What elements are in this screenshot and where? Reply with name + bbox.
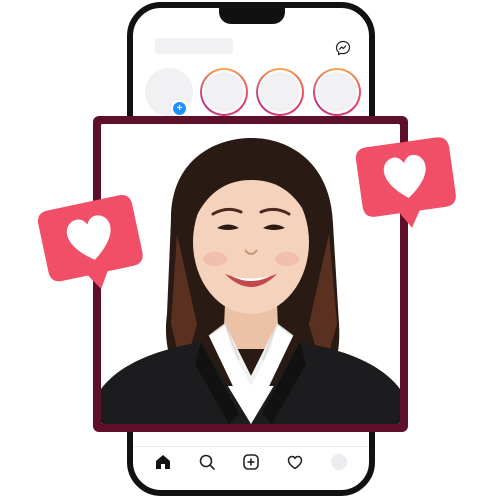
- activity-heart-icon[interactable]: [285, 452, 305, 472]
- story-item[interactable]: [313, 68, 361, 116]
- phone-notch: [219, 6, 285, 24]
- home-icon[interactable]: [153, 452, 173, 472]
- bottom-navigation: [133, 446, 369, 476]
- story-item[interactable]: [200, 68, 248, 116]
- messenger-icon[interactable]: [335, 40, 351, 56]
- profile-avatar[interactable]: [329, 452, 349, 472]
- like-heart-badge: [350, 131, 464, 238]
- story-item[interactable]: [256, 68, 304, 116]
- search-icon[interactable]: [197, 452, 217, 472]
- app-logo-placeholder: [155, 38, 233, 54]
- new-post-icon[interactable]: [241, 452, 261, 472]
- add-story-plus-icon[interactable]: +: [171, 100, 188, 117]
